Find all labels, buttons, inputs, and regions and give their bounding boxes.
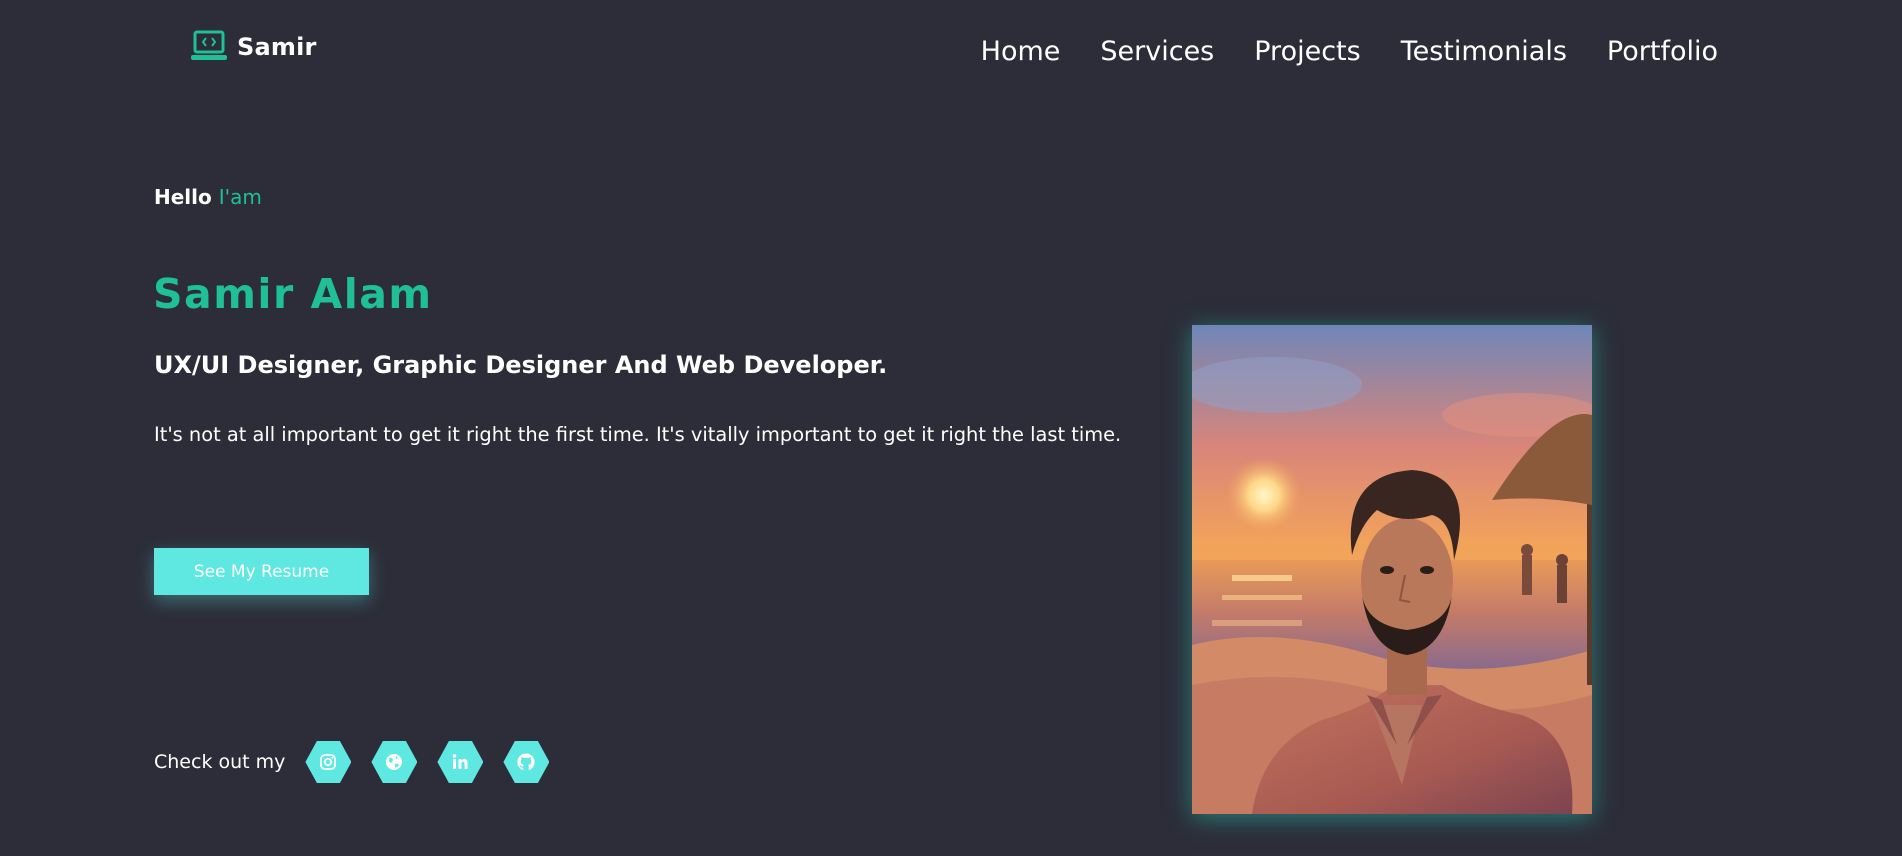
github-icon: [517, 753, 536, 771]
linkedin-link[interactable]: [437, 741, 484, 783]
greeting-accent: I'am: [218, 185, 262, 209]
website-link[interactable]: [371, 741, 418, 783]
social-label: Check out my: [154, 751, 286, 773]
linkedin-icon: [453, 754, 468, 769]
greeting-text: Hello: [154, 185, 212, 209]
nav-testimonials[interactable]: Testimonials: [1401, 34, 1567, 70]
page: Samir Home Services Projects Testimonial…: [0, 0, 1902, 856]
laptop-code-icon: [191, 30, 227, 60]
see-resume-button[interactable]: See My Resume: [154, 548, 369, 595]
greeting: Hello I'am: [154, 184, 262, 210]
hero-name: Samir Alam: [153, 270, 433, 318]
main-nav: Home Services Projects Testimonials Port…: [981, 34, 1718, 70]
profile-photo-illustration: [1192, 325, 1592, 814]
hero-role: UX/UI Designer, Graphic Designer And Web…: [154, 351, 888, 379]
instagram-icon: [320, 754, 337, 770]
profile-photo: [1192, 325, 1592, 814]
github-link[interactable]: [503, 741, 550, 783]
globe-icon: [386, 754, 403, 770]
nav-projects[interactable]: Projects: [1254, 34, 1360, 70]
brand-name: Samir: [237, 33, 317, 61]
brand-link[interactable]: Samir: [191, 30, 317, 64]
nav-home[interactable]: Home: [981, 34, 1061, 70]
nav-services[interactable]: Services: [1100, 34, 1214, 70]
social-links: Check out my: [154, 740, 569, 784]
nav-portfolio[interactable]: Portfolio: [1607, 34, 1718, 70]
instagram-link[interactable]: [305, 741, 352, 783]
hero-quote: It's not at all important to get it righ…: [154, 423, 1122, 446]
